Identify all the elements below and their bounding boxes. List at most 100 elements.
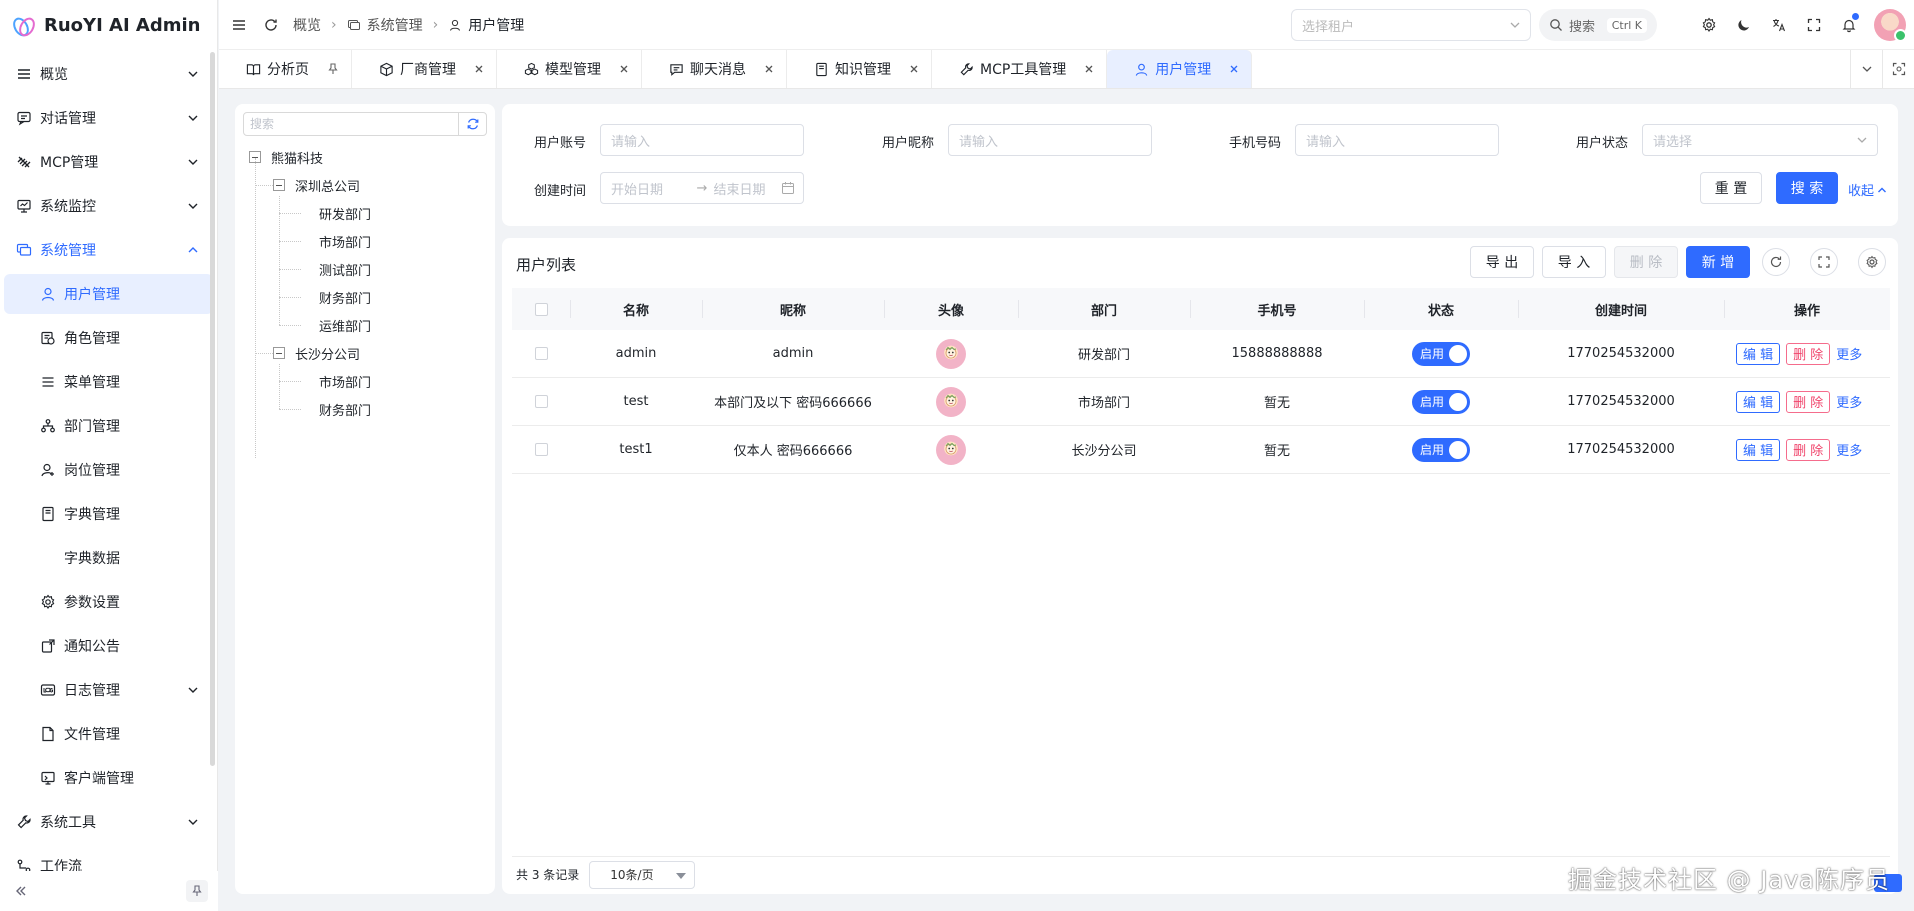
sidebar-item-4[interactable]: 系统管理 [4, 230, 213, 270]
edit-button[interactable]: 编 辑 [1736, 390, 1781, 413]
tab-0[interactable]: 分析页 [219, 50, 352, 88]
global-search[interactable]: 搜索 Ctrl K [1539, 9, 1657, 41]
tenant-select[interactable]: 选择租户 [1291, 9, 1531, 41]
tree-node[interactable]: 长沙分公司 [273, 342, 360, 364]
more-link[interactable]: 更多 [1836, 344, 1862, 363]
row-checkbox[interactable] [534, 347, 548, 360]
tab-5[interactable]: MCP工具管理 [932, 50, 1108, 88]
tree-node[interactable]: 财务部门 [319, 398, 371, 420]
pin-sidebar-icon[interactable] [186, 880, 208, 902]
tree-node[interactable]: 深圳总公司 [273, 174, 360, 196]
reset-button[interactable]: 重 置 [1700, 172, 1762, 204]
sidebar-item-11[interactable]: 字典数据 [4, 538, 213, 578]
menu-toggle-icon[interactable] [223, 9, 255, 41]
tree-node[interactable]: 财务部门 [319, 286, 371, 308]
fullscreen-icon[interactable] [1810, 248, 1838, 276]
sidebar-item-12[interactable]: 参数设置 [4, 582, 213, 622]
refresh-tree-icon[interactable] [458, 113, 486, 135]
sidebar-item-6[interactable]: 角色管理 [4, 318, 213, 358]
status-toggle[interactable]: 启用 [1412, 341, 1470, 366]
sidebar-item-16[interactable]: 客户端管理 [4, 758, 213, 798]
bell-icon[interactable] [1833, 9, 1865, 41]
tree-search-input[interactable] [244, 113, 458, 135]
batch-delete-button[interactable]: 删 除 [1614, 246, 1678, 278]
translate-icon[interactable] [1763, 9, 1795, 41]
status-toggle[interactable]: 启用 [1412, 437, 1470, 462]
sidebar-item-13[interactable]: 通知公告 [4, 626, 213, 666]
sidebar-item-2[interactable]: MCP管理 [4, 142, 213, 182]
tree-node[interactable]: 熊猫科技 [249, 146, 323, 168]
close-icon[interactable] [619, 64, 629, 74]
close-icon[interactable] [1084, 64, 1094, 74]
cell-status: 启用 [1364, 378, 1518, 425]
sidebar-item-10[interactable]: 字典管理 [4, 494, 213, 534]
sidebar-item-14[interactable]: 日志管理 [4, 670, 213, 710]
tree-node[interactable]: 市场部门 [319, 230, 371, 252]
export-button[interactable]: 导 出 [1470, 246, 1534, 278]
row-checkbox[interactable] [534, 443, 548, 456]
close-icon[interactable] [474, 64, 484, 74]
tab-6[interactable]: 用户管理 [1107, 50, 1253, 88]
sidebar-item-8[interactable]: 部门管理 [4, 406, 213, 446]
delete-button[interactable]: 删 除 [1786, 342, 1831, 365]
more-link[interactable]: 更多 [1836, 440, 1862, 459]
gear-icon[interactable] [1858, 248, 1886, 276]
avatar[interactable] [936, 338, 966, 369]
moon-icon[interactable] [1728, 9, 1760, 41]
tab-1[interactable]: 厂商管理 [352, 50, 497, 88]
delete-button[interactable]: 删 除 [1786, 438, 1831, 461]
chevron-down-icon[interactable] [1850, 50, 1882, 88]
breadcrumb-item-overview[interactable]: 概览 [293, 15, 321, 35]
close-icon[interactable] [909, 64, 919, 74]
avatar[interactable] [936, 386, 966, 417]
row-checkbox[interactable] [534, 395, 548, 408]
tab-4[interactable]: 知识管理 [787, 50, 932, 88]
sidebar-item-9[interactable]: 岗位管理 [4, 450, 213, 490]
sidebar-item-0[interactable]: 概览 [4, 54, 213, 94]
phone-input[interactable]: 请输入 [1295, 124, 1499, 156]
breadcrumb-item-system[interactable]: 系统管理 [367, 15, 423, 35]
sidebar-item-7[interactable]: 菜单管理 [4, 362, 213, 402]
tab-2[interactable]: 模型管理 [497, 50, 642, 88]
close-icon[interactable] [764, 64, 774, 74]
collapse-sidebar-icon[interactable] [10, 880, 32, 902]
fullscreen-icon[interactable] [1798, 9, 1830, 41]
select-all-checkbox[interactable] [534, 302, 548, 316]
tab-3[interactable]: 聊天消息 [642, 50, 787, 88]
import-button[interactable]: 导 入 [1542, 246, 1606, 278]
date-range-picker[interactable]: 开始日期 → 结束日期 [600, 172, 804, 204]
tree-node[interactable]: 市场部门 [319, 370, 371, 392]
edit-button[interactable]: 编 辑 [1736, 438, 1781, 461]
edit-button[interactable]: 编 辑 [1736, 342, 1781, 365]
collapse-form-link[interactable]: 收起 [1848, 180, 1888, 199]
collapse-node-icon[interactable] [273, 179, 285, 191]
collapse-node-icon[interactable] [273, 347, 285, 359]
page-size-select[interactable]: 10条/页 [589, 860, 696, 889]
sidebar-scrollbar[interactable] [210, 52, 215, 766]
status-select[interactable]: 请选择 [1642, 124, 1878, 156]
sidebar-item-17[interactable]: 系统工具 [4, 802, 213, 842]
maximize-content-icon[interactable] [1882, 50, 1914, 88]
account-input[interactable]: 请输入 [600, 124, 804, 156]
sidebar-item-3[interactable]: 系统监控 [4, 186, 213, 226]
avatar[interactable] [1874, 9, 1907, 42]
gear-icon[interactable] [1693, 9, 1725, 41]
brand[interactable]: RuoYI AI Admin [0, 0, 217, 50]
refresh-icon[interactable] [1762, 248, 1790, 276]
sidebar-item-1[interactable]: 对话管理 [4, 98, 213, 138]
add-user-button[interactable]: 新 增 [1686, 246, 1750, 278]
sidebar-item-5[interactable]: 用户管理 [4, 274, 213, 314]
tree-node[interactable]: 测试部门 [319, 258, 371, 280]
refresh-icon[interactable] [255, 9, 287, 41]
avatar[interactable] [936, 434, 966, 465]
more-link[interactable]: 更多 [1836, 392, 1862, 411]
status-toggle[interactable]: 启用 [1412, 389, 1470, 414]
sidebar-item-15[interactable]: 文件管理 [4, 714, 213, 754]
pin-icon[interactable] [327, 63, 339, 75]
tree-node[interactable]: 研发部门 [319, 202, 371, 224]
close-icon[interactable] [1229, 64, 1239, 74]
nickname-input[interactable]: 请输入 [948, 124, 1152, 156]
delete-button[interactable]: 删 除 [1786, 390, 1831, 413]
search-button[interactable]: 搜 索 [1776, 172, 1838, 204]
tree-node[interactable]: 运维部门 [319, 314, 371, 336]
